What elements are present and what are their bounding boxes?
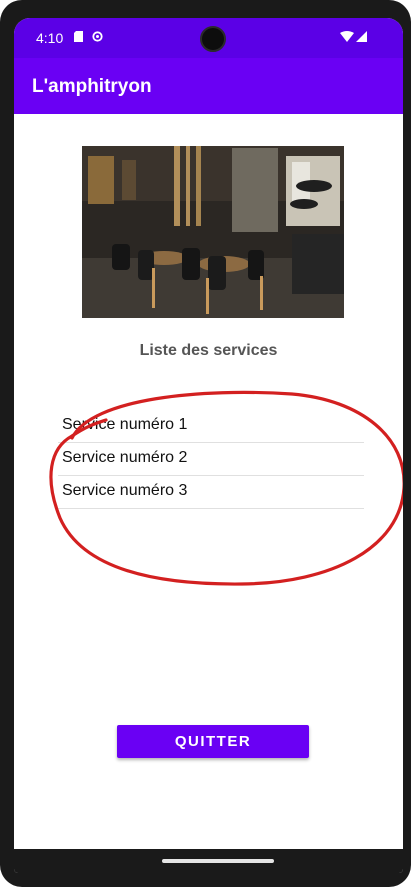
service-item-3[interactable]: Service numéro 3 [58, 476, 364, 509]
wifi-icon [340, 31, 354, 42]
status-time: 4:10 [36, 30, 64, 46]
services-list: Service numéro 1 Service numéro 2 Servic… [58, 410, 364, 509]
quit-button[interactable]: QUITTER [117, 725, 309, 758]
service-item-2[interactable]: Service numéro 2 [58, 443, 364, 476]
phone-frame: 4:10 L'amphitryon Liste des services Ser… [0, 0, 411, 887]
service-item-1[interactable]: Service numéro 1 [58, 410, 364, 443]
signal-icon [356, 31, 367, 42]
front-camera [200, 26, 226, 52]
status-bar: 4:10 [14, 18, 403, 58]
app-bar: L'amphitryon [14, 58, 403, 114]
home-indicator[interactable] [162, 859, 274, 863]
restaurant-hero-image [82, 146, 344, 318]
services-title: Liste des services [139, 342, 278, 359]
restaurant-interior-illustration [82, 146, 344, 318]
sd-card-icon [74, 31, 83, 42]
sync-icon [92, 31, 103, 42]
navigation-bar [14, 849, 403, 873]
app-title: L'amphitryon [32, 76, 152, 97]
phone-screen: 4:10 L'amphitryon Liste des services Ser… [14, 18, 403, 873]
